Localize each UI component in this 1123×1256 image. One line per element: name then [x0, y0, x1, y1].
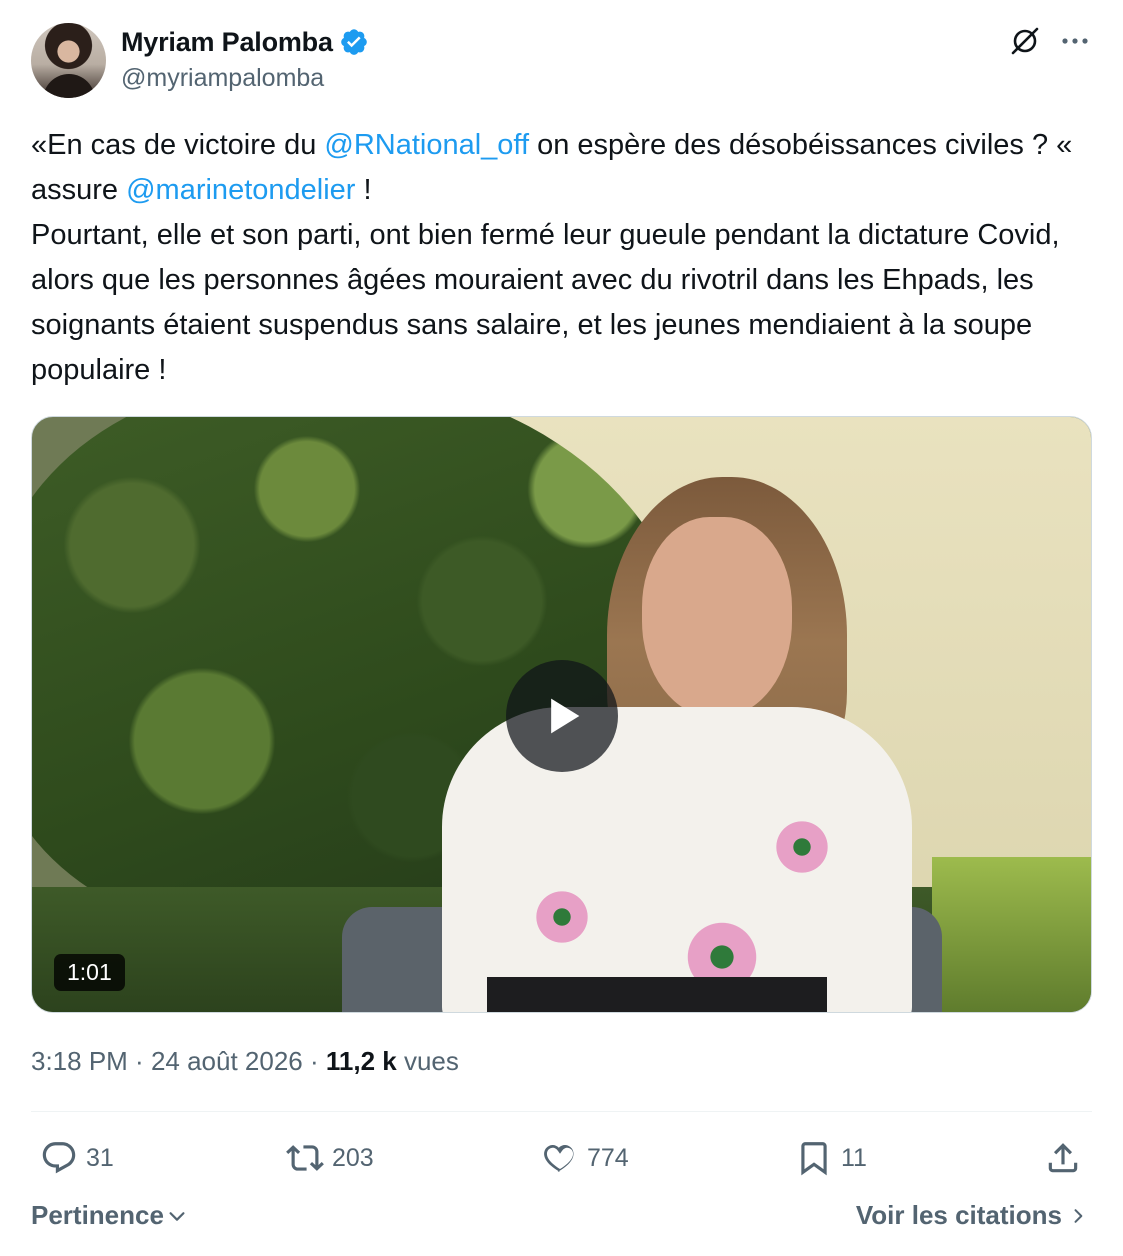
meta-space [397, 1046, 404, 1077]
heart-icon [544, 1145, 574, 1172]
bookmark-count: 11 [841, 1143, 867, 1172]
quotes-label: Voir les citations [855, 1200, 1062, 1230]
views-count: 11,2 k [325, 1046, 397, 1076]
sort-replies-dropdown[interactable]: Pertinence [31, 1200, 188, 1231]
video-player[interactable]: 1:01 [31, 416, 1092, 1013]
chevron-down-icon [169, 1211, 185, 1221]
bookmark-button[interactable]: 11 [795, 1136, 867, 1180]
divider [31, 1111, 1092, 1112]
tweet: Myriam Palomba @myriampalomba «En cas de… [0, 0, 1123, 1256]
mention-link[interactable]: @RNational_off [324, 129, 529, 161]
like-count: 774 [587, 1143, 629, 1172]
more-options-icon[interactable] [1058, 24, 1092, 58]
meta-separator: · [127, 1046, 151, 1076]
chevron-right-icon [1074, 1208, 1083, 1223]
tweet-text: «En cas de victoire du @RNational_off on… [31, 123, 1096, 393]
avatar-figure [43, 74, 95, 98]
like-button[interactable]: 774 [541, 1136, 629, 1180]
view-quotes-link[interactable]: Voir les citations [856, 1200, 1088, 1231]
views-label: vues [403, 1046, 459, 1076]
reply-button[interactable]: 31 [40, 1136, 114, 1180]
author-name-row: Myriam Palomba [121, 26, 369, 58]
play-icon [551, 698, 580, 734]
bookmark-icon [801, 1142, 827, 1176]
video-duration-badge: 1:01 [54, 954, 125, 991]
sort-label: Pertinence [31, 1200, 164, 1230]
retweet-icon [286, 1145, 324, 1171]
tweet-meta: 3:18 PM · 24 août 2026 · 11,2 k vues [31, 1046, 459, 1077]
shirt-flower-print [532, 887, 592, 947]
verified-badge-icon[interactable] [339, 27, 369, 57]
play-button[interactable] [506, 660, 618, 772]
video-scene-grass [932, 857, 1091, 1012]
share-icon [1048, 1143, 1078, 1173]
retweet-button[interactable]: 203 [286, 1136, 374, 1180]
grok-icon[interactable] [1008, 24, 1042, 58]
reply-icon [42, 1142, 76, 1174]
mention-link[interactable]: @marinetondelier [126, 174, 355, 206]
retweet-count: 203 [332, 1143, 374, 1172]
tweet-time[interactable]: 3:18 PM [31, 1046, 128, 1077]
video-person-face [642, 517, 792, 717]
author-display-name[interactable]: Myriam Palomba [121, 27, 333, 58]
video-person-pants [487, 977, 827, 1012]
author-handle[interactable]: @myriampalomba [121, 64, 324, 93]
tweet-text-segment: «En cas de victoire du [31, 129, 325, 161]
avatar[interactable] [31, 23, 106, 98]
shirt-flower-print [772, 817, 832, 877]
tweet-date[interactable]: 24 août 2026 [151, 1046, 303, 1077]
share-button[interactable] [1044, 1136, 1082, 1180]
meta-separator: · [302, 1046, 326, 1076]
reply-count: 31 [86, 1143, 114, 1172]
video-person-shirt [442, 707, 912, 1012]
